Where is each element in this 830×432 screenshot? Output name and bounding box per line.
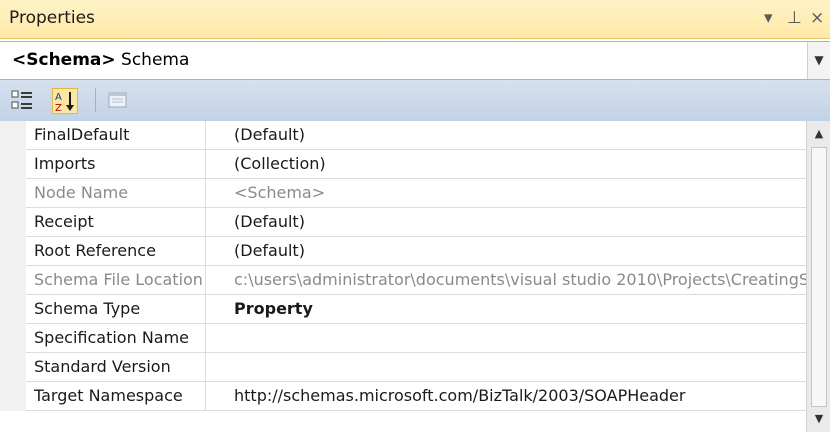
property-row[interactable]: Specification Name bbox=[26, 324, 806, 353]
pin-icon[interactable]: ⊥ bbox=[787, 6, 802, 30]
property-row[interactable]: Receipt (Default) bbox=[26, 208, 806, 237]
object-name: Schema bbox=[121, 50, 190, 70]
svg-text:A: A bbox=[55, 92, 62, 103]
properties-toolbar: A Z bbox=[0, 80, 830, 122]
object-type-tag: <Schema> bbox=[12, 50, 116, 70]
property-row[interactable]: Schema Type Property bbox=[26, 295, 806, 324]
property-row[interactable]: FinalDefault (Default) bbox=[26, 121, 806, 150]
property-name: Node Name bbox=[26, 179, 206, 207]
property-row[interactable]: Root Reference (Default) bbox=[26, 237, 806, 266]
property-name: Schema File Location bbox=[26, 266, 206, 294]
property-value[interactable]: (Collection) bbox=[206, 150, 806, 178]
property-row[interactable]: Imports (Collection) bbox=[26, 150, 806, 179]
property-row[interactable]: Node Name <Schema> bbox=[26, 179, 806, 208]
panel-title: Properties bbox=[9, 8, 95, 28]
property-name: Specification Name bbox=[26, 324, 206, 352]
property-value: <Schema> bbox=[234, 183, 326, 202]
property-value: c:\users\administrator\documents\visual … bbox=[234, 270, 806, 289]
property-value[interactable]: http://schemas.microsoft.com/BizTalk/200… bbox=[206, 382, 806, 410]
chevron-down-icon[interactable]: ▼ bbox=[807, 42, 830, 79]
alphabetical-sort-icon[interactable]: A Z bbox=[52, 88, 78, 114]
property-value[interactable]: (Default) bbox=[206, 237, 806, 265]
property-row[interactable]: Target Namespace http://schemas.microsoft… bbox=[26, 382, 806, 411]
property-row[interactable]: Schema File Location c:\users\administrat… bbox=[26, 266, 806, 295]
categorized-icon[interactable] bbox=[10, 88, 34, 112]
property-name: Standard Version bbox=[26, 353, 206, 381]
vertical-scrollbar[interactable]: ▲ ▼ bbox=[806, 121, 830, 432]
properties-title-bar: Properties ▾ ⊥ × bbox=[0, 0, 830, 39]
grid-margin bbox=[0, 121, 26, 411]
property-row[interactable]: Standard Version bbox=[26, 353, 806, 382]
property-name: Imports bbox=[26, 150, 206, 178]
scroll-up-icon[interactable]: ▲ bbox=[807, 123, 830, 145]
property-name: FinalDefault bbox=[26, 121, 206, 149]
object-selector[interactable]: <Schema> Schema ▼ bbox=[0, 41, 830, 80]
object-selector-label: <Schema> Schema bbox=[12, 50, 189, 70]
property-value[interactable]: (Default) bbox=[206, 121, 806, 149]
property-pages-icon[interactable] bbox=[105, 88, 129, 112]
scrollbar-thumb[interactable] bbox=[811, 147, 827, 407]
property-name: Target Namespace bbox=[26, 382, 206, 410]
close-icon[interactable]: × bbox=[810, 6, 824, 30]
property-name: Root Reference bbox=[26, 237, 206, 265]
window-position-dropdown-icon[interactable]: ▾ bbox=[764, 6, 773, 30]
property-value[interactable] bbox=[206, 353, 806, 381]
property-value[interactable] bbox=[206, 324, 806, 352]
property-name: Receipt bbox=[26, 208, 206, 236]
property-name: Schema Type bbox=[26, 295, 206, 323]
svg-text:Z: Z bbox=[55, 103, 62, 113]
scroll-down-icon[interactable]: ▼ bbox=[807, 408, 830, 430]
toolbar-separator bbox=[95, 88, 96, 112]
grid-bottom-area bbox=[0, 411, 806, 432]
property-value[interactable]: Property bbox=[206, 295, 806, 323]
property-value[interactable]: (Default) bbox=[206, 208, 806, 236]
property-grid: FinalDefault (Default) Imports (Collection)… bbox=[0, 121, 806, 411]
